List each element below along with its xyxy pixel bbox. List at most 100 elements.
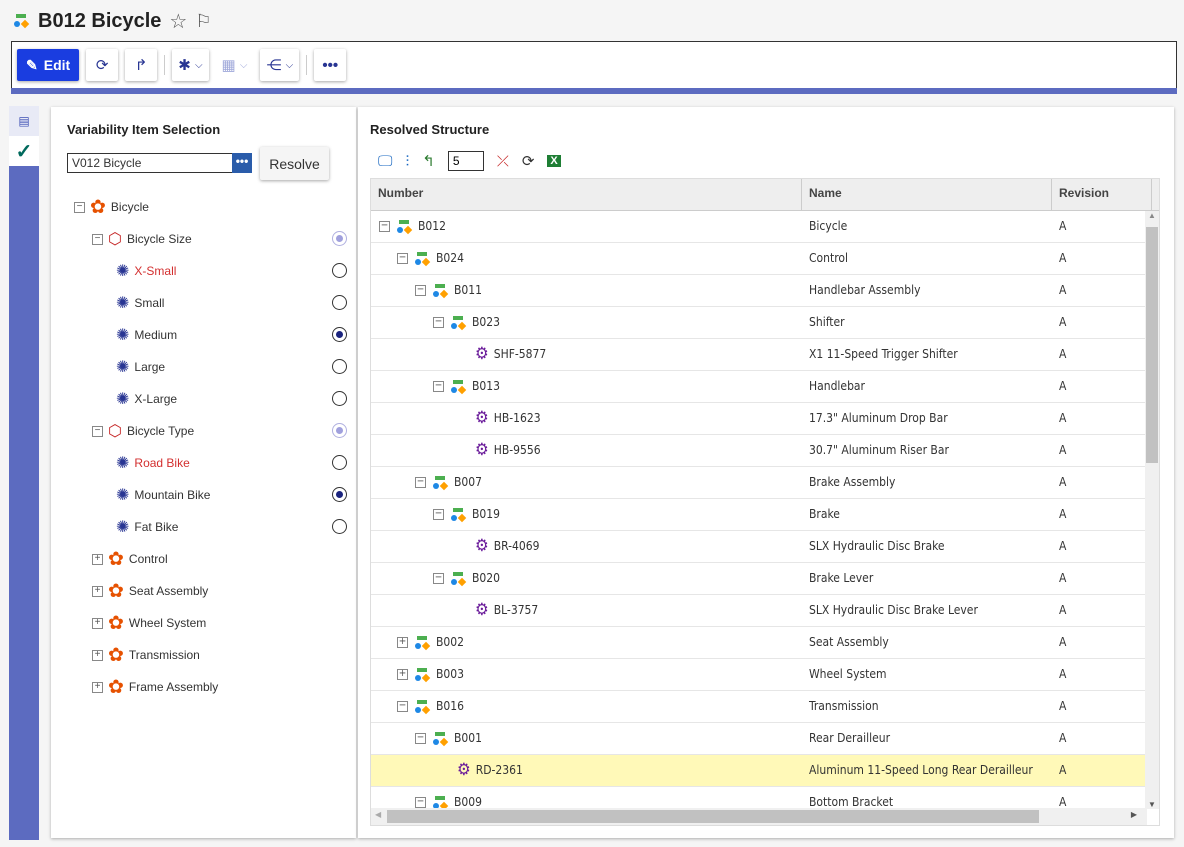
table-row[interactable]: ⚙ BR-4069 SLX Hydraulic Disc Brake A xyxy=(371,531,1147,563)
levels-input[interactable] xyxy=(447,151,484,171)
checkmark-icon[interactable]: ✓ xyxy=(9,136,39,166)
expander-icon[interactable]: + xyxy=(92,681,103,693)
tree-node[interactable]: ✺ Road Bike xyxy=(116,453,190,473)
tree-node[interactable]: ✺ Mountain Bike xyxy=(116,485,210,505)
expander-icon[interactable]: − xyxy=(433,317,444,328)
part-number[interactable]: SHF-5877 xyxy=(494,339,547,370)
table-row[interactable]: − B013 Handlebar A xyxy=(371,371,1147,403)
excel-export-icon[interactable]: X xyxy=(547,155,561,167)
column-name[interactable]: Name xyxy=(802,179,1052,210)
expander-icon[interactable]: − xyxy=(415,477,426,488)
table-row[interactable]: ⚙ HB-9556 30.7" Aluminum Riser Bar A xyxy=(371,435,1147,467)
share-menu-button[interactable]: ⋲ ⌵ xyxy=(260,49,300,81)
expander-icon[interactable]: − xyxy=(92,425,103,437)
tree-node[interactable]: ✺ Medium xyxy=(116,325,177,345)
table-row[interactable]: ⚙ RD-2361 Aluminum 11-Speed Long Rear Dera… xyxy=(371,755,1147,787)
expander-icon[interactable]: − xyxy=(397,253,408,264)
table-row[interactable]: − B019 Brake A xyxy=(371,499,1147,531)
table-row[interactable]: ⚙ SHF-5877 X1 11-Speed Trigger Shifter A xyxy=(371,339,1147,371)
tree-node[interactable]: − ⬡ Bicycle Size xyxy=(92,229,192,249)
expander-icon[interactable]: − xyxy=(415,797,426,808)
horizontal-scrollbar[interactable]: ◀ ▶ xyxy=(371,808,1147,825)
table-row[interactable]: − B007 Brake Assembly A xyxy=(371,467,1147,499)
collapse-icon[interactable]: ⤫ xyxy=(497,153,509,170)
table-row[interactable]: − B024 Control A xyxy=(371,243,1147,275)
expander-icon[interactable]: + xyxy=(92,553,103,565)
expander-icon[interactable]: − xyxy=(379,221,390,232)
expander-icon[interactable]: + xyxy=(92,649,103,661)
part-number[interactable]: B012 xyxy=(418,211,446,242)
part-number[interactable]: HB-1623 xyxy=(494,403,541,434)
option-radio[interactable] xyxy=(332,519,347,534)
expander-icon[interactable]: − xyxy=(433,381,444,392)
table-row[interactable]: ⚙ BL-3757 SLX Hydraulic Disc Brake Lever A xyxy=(371,595,1147,627)
tree-node[interactable]: ✺ Fat Bike xyxy=(116,517,178,537)
expander-icon[interactable]: + xyxy=(92,585,103,597)
part-number[interactable]: B013 xyxy=(472,371,500,402)
table-row[interactable]: − B016 Transmission A xyxy=(371,691,1147,723)
part-number[interactable]: B003 xyxy=(436,659,464,690)
display-icon[interactable]: 🖵 xyxy=(378,153,392,170)
tree-node[interactable]: ✺ X-Small xyxy=(116,261,176,281)
part-number[interactable]: B020 xyxy=(472,563,500,594)
expander-icon[interactable]: + xyxy=(92,617,103,629)
part-number[interactable]: HB-9556 xyxy=(494,435,541,466)
tree-node[interactable]: − ⬡ Bicycle Type xyxy=(92,421,194,441)
option-radio[interactable] xyxy=(332,295,347,310)
resolve-button[interactable]: Resolve xyxy=(260,147,329,180)
tree-node[interactable]: ✺ X-Large xyxy=(116,389,177,409)
option-radio[interactable] xyxy=(332,455,347,470)
option-radio[interactable] xyxy=(332,327,347,342)
browse-button[interactable]: ••• xyxy=(232,153,252,173)
option-radio[interactable] xyxy=(332,391,347,406)
variant-field[interactable]: V012 Bicycle ••• xyxy=(67,153,252,173)
expander-icon[interactable]: − xyxy=(433,509,444,520)
more-button[interactable]: ••• xyxy=(314,49,347,81)
option-radio[interactable] xyxy=(332,263,347,278)
part-number[interactable]: RD-2361 xyxy=(476,755,523,786)
column-number[interactable]: Number xyxy=(371,179,802,210)
expander-icon[interactable]: + xyxy=(397,669,408,680)
expand-tree-icon[interactable]: ↰ xyxy=(422,152,435,170)
part-number[interactable]: B019 xyxy=(472,499,500,530)
part-number[interactable]: B011 xyxy=(454,275,482,306)
vertical-scrollbar[interactable]: ▲ ▼ xyxy=(1145,211,1159,809)
column-revision[interactable]: Revision xyxy=(1052,179,1152,210)
structure-menu-button[interactable]: ✱ ⌵ xyxy=(172,49,209,81)
tree-node[interactable]: + ✿ Control xyxy=(92,549,168,570)
edit-button[interactable]: ✎ Edit xyxy=(17,49,80,81)
expander-icon[interactable]: − xyxy=(415,733,426,744)
part-number[interactable]: B024 xyxy=(436,243,464,274)
option-radio[interactable] xyxy=(332,487,347,502)
expander-icon[interactable]: + xyxy=(397,637,408,648)
table-row[interactable]: − B012 Bicycle A xyxy=(371,211,1147,243)
tree-node[interactable]: + ✿ Seat Assembly xyxy=(92,581,208,602)
revise-button[interactable]: ↱ xyxy=(125,49,158,81)
part-number[interactable]: BL-3757 xyxy=(494,595,539,626)
expander-icon[interactable]: − xyxy=(415,285,426,296)
refresh-icon[interactable]: ⟳ xyxy=(522,152,535,170)
part-number[interactable]: B007 xyxy=(454,467,482,498)
expander-icon[interactable]: − xyxy=(74,201,85,213)
table-row[interactable]: + B003 Wheel System A xyxy=(371,659,1147,691)
filter-sliders-icon[interactable]: ⫶ xyxy=(405,153,409,170)
refresh-button[interactable]: ⟳ xyxy=(86,49,119,81)
tree-node[interactable]: ✺ Large xyxy=(116,357,165,377)
tree-node[interactable]: + ✿ Wheel System xyxy=(92,613,206,634)
table-row[interactable]: − B023 Shifter A xyxy=(371,307,1147,339)
star-icon[interactable]: ☆ xyxy=(169,9,187,34)
table-row[interactable]: − B001 Rear Derailleur A xyxy=(371,723,1147,755)
tree-node[interactable]: + ✿ Frame Assembly xyxy=(92,677,218,698)
expander-icon[interactable]: − xyxy=(433,573,444,584)
tree-node[interactable]: + ✿ Transmission xyxy=(92,645,200,666)
tree-node[interactable]: − ✿ Bicycle xyxy=(74,197,149,218)
layout-icon[interactable]: ▤ xyxy=(9,106,39,136)
table-row[interactable]: − B020 Brake Lever A xyxy=(371,563,1147,595)
table-row[interactable]: ⚙ HB-1623 17.3" Aluminum Drop Bar A xyxy=(371,403,1147,435)
option-radio[interactable] xyxy=(332,359,347,374)
part-number[interactable]: B023 xyxy=(472,307,500,338)
part-number[interactable]: B001 xyxy=(454,723,482,754)
table-row[interactable]: + B002 Seat Assembly A xyxy=(371,627,1147,659)
part-number[interactable]: B002 xyxy=(436,627,464,658)
part-number[interactable]: BR-4069 xyxy=(494,531,540,562)
